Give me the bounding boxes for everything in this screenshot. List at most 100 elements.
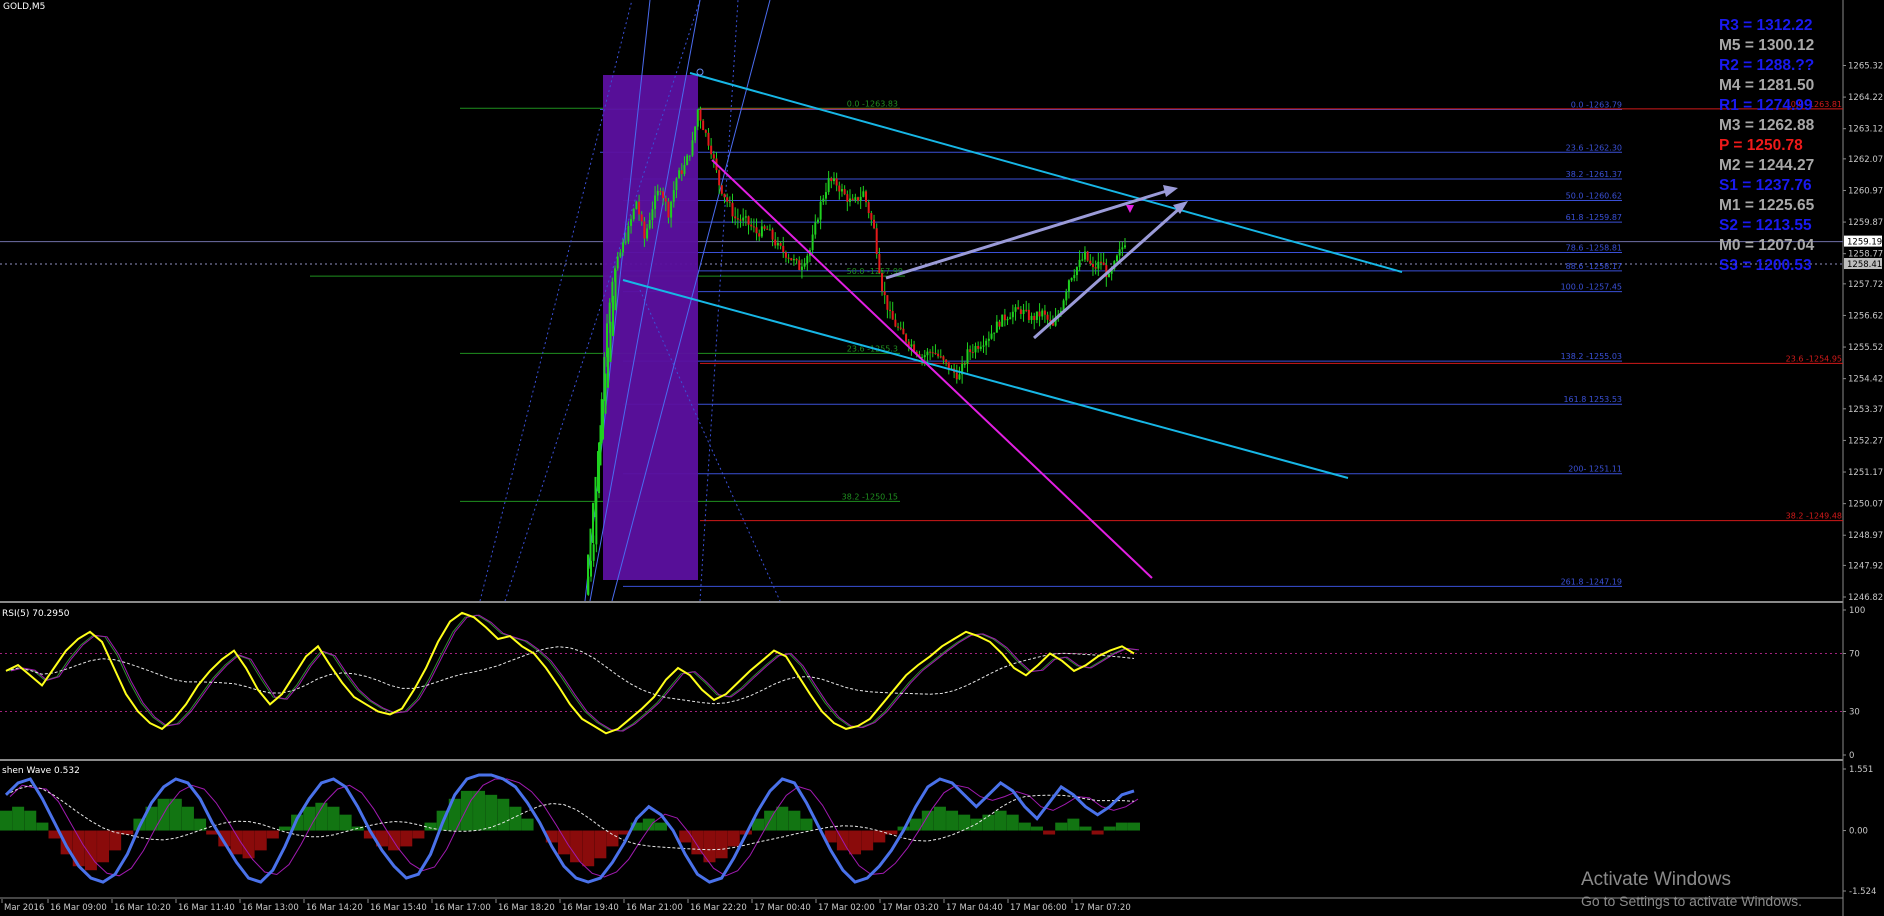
fib-green-label: 0.0 -1263.83 — [847, 99, 898, 108]
candle-body — [1121, 247, 1124, 250]
candle-body — [891, 311, 894, 320]
candle-body — [779, 242, 782, 246]
candle-body — [792, 259, 795, 261]
candle-body — [1094, 267, 1097, 269]
candle-body — [1070, 278, 1073, 281]
osc-histogram-bar — [388, 830, 401, 851]
candle-body — [867, 202, 870, 214]
fib-level-label: 38.2 -1261.37 — [1566, 170, 1622, 179]
candle-body — [1124, 245, 1127, 248]
osc-histogram-bar — [1043, 830, 1056, 835]
candle-body — [1038, 311, 1041, 317]
candle-body — [1011, 311, 1014, 318]
osc-histogram-bar — [776, 806, 789, 831]
osc-histogram-bar — [303, 806, 316, 831]
main-pane — [0, 0, 1884, 601]
fib-level-label: 100.0 -1257.45 — [1561, 283, 1622, 292]
candle-body — [608, 302, 611, 324]
candle-body — [659, 190, 662, 192]
pivot-level-s: S2 = 1213.55 — [1719, 217, 1812, 234]
candle-body — [1027, 309, 1030, 321]
osc-histogram-bar — [849, 830, 862, 855]
time-tick-label: 16 Mar 22:20 — [690, 903, 747, 913]
price-tick-label: 1250.07 — [1848, 500, 1883, 510]
time-tick-label: 16 Mar 11:40 — [178, 903, 235, 913]
candle-body — [686, 155, 689, 166]
current-price-label: 1258.41 — [1847, 260, 1882, 270]
candle-body — [974, 345, 977, 353]
osc-histogram-bar — [412, 830, 425, 839]
candle-body — [758, 233, 761, 237]
pivot-level-m: M2 = 1244.27 — [1719, 157, 1815, 174]
candle-body — [1102, 262, 1105, 266]
chart-canvas[interactable]: 0.0 -1263.79 23.6 -1262.30 38.2 -1261.37 50… — [0, 0, 1884, 916]
price-tick-label: 1255.52 — [1848, 343, 1883, 353]
candle-body — [755, 227, 758, 234]
candle-body — [744, 216, 747, 218]
candle-body — [926, 351, 929, 356]
candle-body — [1019, 309, 1022, 314]
candle-body — [942, 356, 945, 360]
price-tick-label: 1262.07 — [1848, 155, 1883, 165]
time-tick-label: 17 Mar 03:20 — [882, 903, 939, 913]
candle-body — [771, 229, 774, 240]
pivot-level-m: M4 = 1281.50 — [1719, 77, 1815, 94]
time-tick-label: 16 Mar 10:20 — [114, 903, 171, 913]
candle-body — [1073, 275, 1076, 279]
candle-body — [1089, 260, 1092, 264]
pivot-level-r: R3 = 1312.22 — [1719, 17, 1813, 34]
osc-histogram-bar — [994, 810, 1007, 831]
candle-body — [822, 198, 825, 202]
osc-histogram-bar — [1091, 830, 1104, 835]
candle-body — [873, 219, 876, 229]
osc-histogram-bar — [266, 830, 279, 839]
osc-histogram-bar — [691, 830, 704, 855]
rsi-tick-label: 0 — [1849, 751, 1854, 761]
candle-body — [1014, 307, 1017, 312]
candle-body — [731, 202, 734, 217]
candle-body — [1022, 309, 1025, 314]
price-tick-label: 1259.87 — [1848, 218, 1883, 228]
candle-body — [675, 178, 678, 191]
osc-histogram-bar — [582, 830, 595, 867]
candle-body — [995, 321, 998, 333]
candle-body — [648, 220, 651, 229]
candle-body — [691, 140, 694, 156]
candle-body — [806, 255, 809, 264]
candle-body — [624, 241, 627, 243]
price-tick-label: 1251.17 — [1848, 468, 1883, 478]
osc-histogram-bar — [970, 818, 983, 831]
candle-body — [1086, 251, 1089, 261]
osc-histogram-bar — [606, 830, 619, 847]
pivot-level-m: M5 = 1300.12 — [1719, 37, 1815, 54]
candle-body — [630, 219, 633, 226]
candle-body — [723, 193, 726, 198]
candle-body — [710, 145, 713, 155]
osc-histogram-bar — [1055, 822, 1068, 831]
fib-red-label: 38.2 -1249.48 — [1786, 512, 1842, 521]
candle-body — [800, 266, 803, 270]
osc-histogram-bar — [885, 830, 898, 835]
osc-histogram-bar — [12, 806, 25, 831]
candle-body — [739, 219, 742, 221]
candle-body — [899, 327, 902, 329]
candle-body — [934, 352, 937, 354]
candle-body — [747, 216, 750, 225]
osc-histogram-bar — [715, 830, 728, 859]
candle-body — [667, 201, 670, 218]
candle-body — [787, 257, 790, 259]
candle-body — [827, 178, 830, 193]
candle-body — [1003, 314, 1006, 321]
candle-body — [931, 352, 934, 354]
osc-histogram-bar — [169, 798, 182, 831]
candle-body — [1030, 315, 1033, 321]
candle-body — [969, 349, 972, 353]
time-tick-label: 16 Mar 14:20 — [306, 903, 363, 913]
fib-level-label: 61.8 -1259.87 — [1566, 213, 1622, 222]
osc-histogram-bar — [933, 806, 946, 831]
osc-histogram-bar — [460, 790, 473, 831]
candle-body — [1035, 311, 1038, 320]
price-tick-label: 1248.97 — [1848, 531, 1883, 541]
candle-body — [1115, 255, 1118, 262]
fib-level-label: 23.6 -1262.30 — [1566, 143, 1622, 152]
